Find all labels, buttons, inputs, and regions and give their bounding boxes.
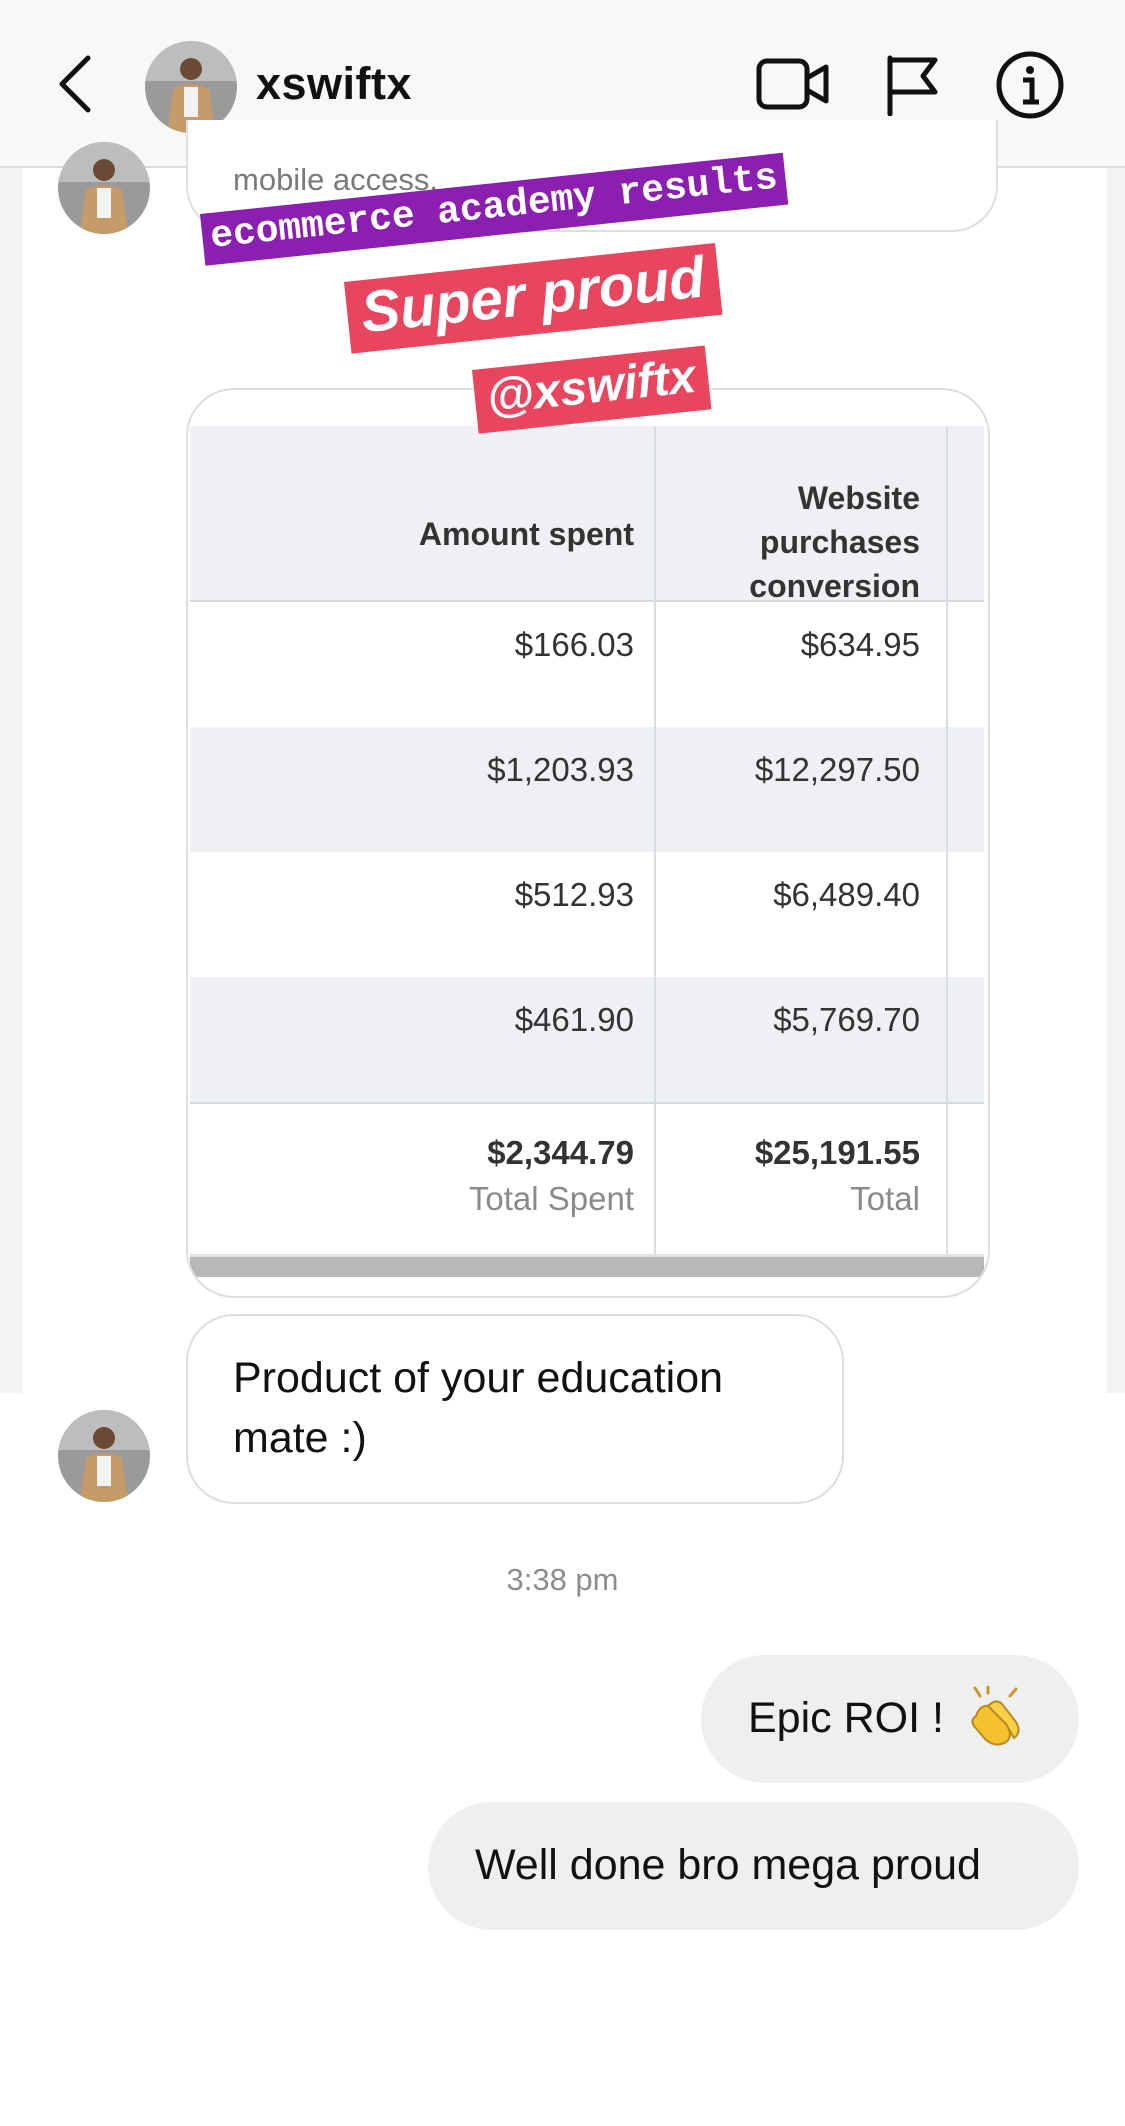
message-line: mate :) — [233, 1414, 367, 1462]
amount-spent-cell: $166.03 — [514, 626, 634, 663]
back-arrow-icon[interactable] — [52, 52, 100, 116]
conversion-cell: $634.95 — [800, 626, 920, 663]
story-super-proud-sticker: Super proud — [344, 243, 723, 354]
table-row: $461.90 $5,769.70 — [190, 977, 984, 1102]
conversion-cell: $5,769.70 — [773, 1001, 920, 1038]
video-call-icon[interactable] — [756, 58, 830, 110]
outgoing-message-text: Well done bro mega proud — [475, 1841, 981, 1889]
total-spent-cell: $2,344.79 Total Spent — [190, 1130, 634, 1222]
total-conversion-label: Total — [850, 1180, 920, 1217]
right-gutter — [1107, 168, 1125, 1393]
column-header-line: Website — [797, 480, 920, 516]
table-row: $512.93 $6,489.40 — [190, 852, 984, 977]
conversion-cell: $12,297.50 — [754, 751, 920, 788]
table-header-row: Amount spent Website purchases conversio… — [190, 426, 984, 604]
clapping-hands-icon — [971, 1686, 1020, 1746]
table-row: $166.03 $634.95 — [190, 602, 984, 727]
column-divider — [946, 426, 948, 1254]
results-table: Amount spent Website purchases conversio… — [190, 426, 984, 1244]
amount-spent-cell: $512.93 — [514, 876, 634, 913]
conversion-cell: $6,489.40 — [773, 876, 920, 913]
sender-avatar[interactable] — [58, 1410, 150, 1502]
dm-thread-screen: xswiftx mobile access. Amount spent Webs… — [0, 0, 1125, 2126]
table-row: $1,203.93 $12,297.50 — [190, 727, 984, 852]
sender-avatar[interactable] — [58, 142, 150, 234]
message-line: Product of your education — [233, 1354, 724, 1402]
message-timestamp: 3:38 pm — [506, 1562, 619, 1597]
total-conversion-cell: $25,191.55 Total — [658, 1130, 920, 1222]
total-spent-value: $2,344.79 — [487, 1134, 634, 1171]
table-scrollbar — [190, 1254, 984, 1277]
column-header-amount-spent: Amount spent — [418, 516, 634, 552]
left-gutter — [0, 168, 22, 1393]
incoming-message-text: Product of your education mate :) — [233, 1348, 723, 1468]
amount-spent-cell: $1,203.93 — [487, 751, 634, 788]
shared-story-card[interactable]: Amount spent Website purchases conversio… — [186, 388, 990, 1298]
info-icon[interactable] — [995, 50, 1065, 120]
flag-icon[interactable] — [885, 54, 939, 116]
total-spent-label: Total Spent — [468, 1180, 634, 1217]
outgoing-message-text: Epic ROI ! — [748, 1694, 944, 1742]
table-total-row: $2,344.79 Total Spent $25,191.55 Total — [190, 1102, 984, 1244]
header-username[interactable]: xswiftx — [256, 58, 412, 110]
column-header-line: purchases — [759, 524, 920, 560]
total-conversion-value: $25,191.55 — [754, 1134, 920, 1171]
column-header-website-purchases: Website purchases conversion — [658, 476, 920, 608]
amount-spent-cell: $461.90 — [514, 1001, 634, 1038]
column-divider — [654, 426, 656, 1254]
